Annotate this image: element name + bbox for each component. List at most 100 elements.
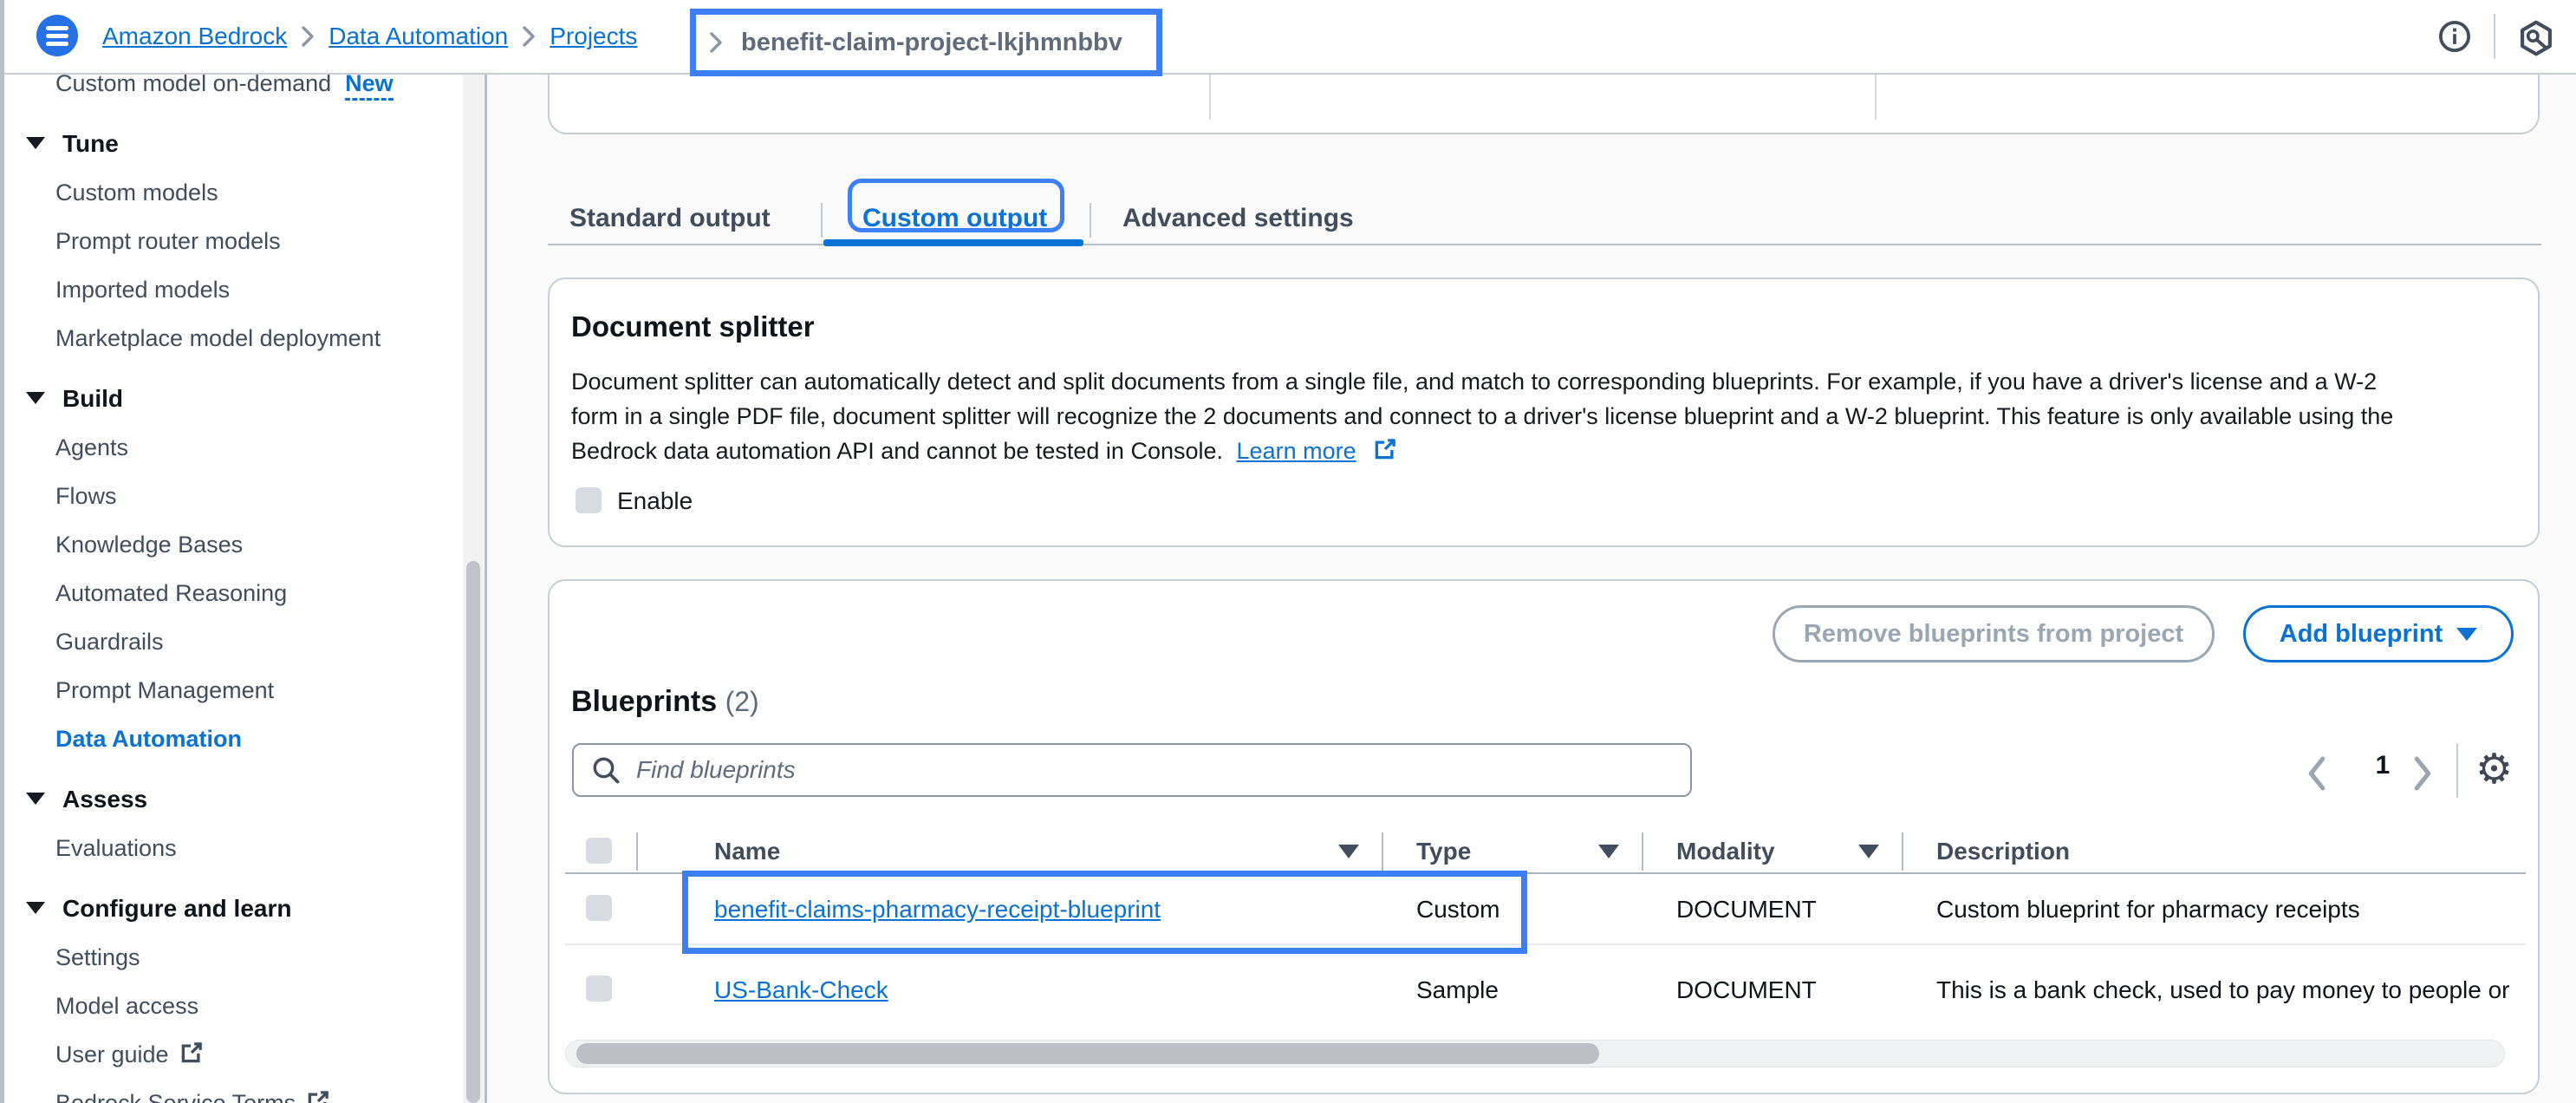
card-column-divider bbox=[1209, 73, 1211, 120]
sidebar-item-guardrails[interactable]: Guardrails bbox=[0, 617, 485, 666]
column-header-name[interactable]: Name bbox=[714, 831, 780, 872]
section-title: Tune bbox=[62, 130, 119, 157]
sidebar-item-label: Settings bbox=[55, 944, 140, 970]
column-header-modality[interactable]: Modality bbox=[1676, 831, 1775, 872]
sidebar-item-data-automation[interactable]: Data Automation bbox=[0, 715, 485, 763]
page-next-icon[interactable] bbox=[2410, 754, 2436, 793]
sidebar-item-settings[interactable]: Settings bbox=[0, 933, 485, 982]
window-left-edge bbox=[0, 0, 4, 1103]
sidebar-item-label: Custom models bbox=[55, 179, 218, 206]
external-link-icon bbox=[179, 1033, 204, 1081]
page-previous-icon[interactable] bbox=[2304, 754, 2330, 793]
select-all-checkbox[interactable] bbox=[586, 838, 612, 864]
new-badge[interactable]: New bbox=[345, 73, 394, 101]
sort-filter-icon[interactable] bbox=[1338, 845, 1359, 858]
breadcrumb-link-data-automation[interactable]: Data Automation bbox=[329, 23, 508, 50]
document-splitter-description: Document splitter can automatically dete… bbox=[571, 364, 2377, 399]
sidebar-section-tune[interactable]: Tune bbox=[0, 120, 485, 168]
tab-advanced-settings[interactable]: Advanced settings bbox=[1122, 196, 1354, 241]
blueprints-title: Blueprints bbox=[571, 685, 717, 718]
gear-icon[interactable]: ⚙ bbox=[2475, 744, 2513, 796]
description-text: Bedrock data automation API and cannot b… bbox=[571, 438, 1223, 464]
app-window: Amazon Bedrock Data Automation Projects … bbox=[0, 0, 2576, 1103]
tab-separator bbox=[1090, 203, 1091, 238]
document-splitter-title: Document splitter bbox=[571, 310, 815, 343]
search-input[interactable] bbox=[634, 755, 1635, 785]
button-label: Add blueprint bbox=[2280, 620, 2443, 649]
menu-bar-icon bbox=[46, 42, 68, 46]
sidebar-item-prompt-router-models[interactable]: Prompt router models bbox=[0, 217, 485, 265]
remove-blueprints-button[interactable]: Remove blueprints from project bbox=[1773, 605, 2215, 662]
learn-more-link[interactable]: Learn more bbox=[1237, 438, 1356, 464]
sidebar-section-configure-and-learn[interactable]: Configure and learn bbox=[0, 884, 485, 933]
blueprints-heading: Blueprints (2) bbox=[571, 685, 759, 719]
document-splitter-card: Document splitter Document splitter can … bbox=[548, 277, 2540, 547]
tab-standard-output[interactable]: Standard output bbox=[569, 196, 771, 241]
blueprint-type-cell: Sample bbox=[1416, 974, 1499, 1007]
enable-checkbox[interactable] bbox=[576, 487, 602, 513]
search-box[interactable] bbox=[572, 743, 1692, 797]
top-navigation-bar: Amazon Bedrock Data Automation Projects … bbox=[0, 0, 2576, 75]
sort-filter-icon[interactable] bbox=[1598, 845, 1619, 858]
sidebar-item-prompt-management[interactable]: Prompt Management bbox=[0, 666, 485, 715]
external-link-icon bbox=[306, 1081, 330, 1103]
sidebar-item-custom-model-on-demand[interactable]: Custom model on-demand New bbox=[0, 73, 485, 108]
breadcrumb-link-projects[interactable]: Projects bbox=[550, 23, 637, 50]
collapse-triangle-icon bbox=[26, 902, 45, 914]
sidebar-item-label: Knowledge Bases bbox=[55, 532, 243, 558]
sidebar-item-custom-models[interactable]: Custom models bbox=[0, 168, 485, 217]
menu-icon[interactable] bbox=[36, 15, 78, 56]
blueprint-link-us-bank-check[interactable]: US-Bank-Check bbox=[714, 976, 888, 1003]
sidebar-scrollbar-thumb[interactable] bbox=[466, 561, 480, 1103]
sidebar-item-label: Flows bbox=[55, 483, 117, 509]
blueprint-description-cell: This is a bank check, used to pay money … bbox=[1936, 974, 2510, 1007]
sidebar-item-knowledge-bases[interactable]: Knowledge Bases bbox=[0, 520, 485, 569]
sort-filter-icon[interactable] bbox=[1858, 845, 1879, 858]
sidebar-item-label: Marketplace model deployment bbox=[55, 325, 381, 351]
active-tab-indicator bbox=[823, 239, 1083, 246]
sidebar-item-label: Automated Reasoning bbox=[55, 580, 287, 606]
breadcrumb-link-amazon-bedrock[interactable]: Amazon Bedrock bbox=[102, 23, 287, 50]
sidebar-item-label: Custom model on-demand bbox=[55, 73, 331, 96]
table-row: US-Bank-Check bbox=[714, 974, 888, 1007]
sidebar-item-flows[interactable]: Flows bbox=[0, 472, 485, 520]
breadcrumb-highlight-annotation: benefit-claim-project-lkjhmnbbv bbox=[690, 9, 1162, 76]
sidebar-item-user-guide[interactable]: User guide bbox=[0, 1030, 485, 1079]
card-column-divider bbox=[1875, 73, 1877, 120]
column-divider bbox=[1382, 832, 1383, 871]
sidebar-item-label: Bedrock Service Terms bbox=[55, 1090, 296, 1103]
section-title: Configure and learn bbox=[62, 895, 291, 922]
blueprints-card: Remove blueprints from project Add bluep… bbox=[548, 579, 2540, 1094]
row-checkbox[interactable] bbox=[586, 895, 612, 921]
menu-bar-icon bbox=[46, 34, 68, 38]
sidebar-item-imported-models[interactable]: Imported models bbox=[0, 265, 485, 314]
sidebar-item-evaluations[interactable]: Evaluations bbox=[0, 824, 485, 872]
hexagon-service-icon[interactable] bbox=[2517, 19, 2555, 62]
external-link-icon bbox=[1373, 436, 1397, 471]
document-splitter-description: form in a single PDF file, document spli… bbox=[571, 399, 2393, 434]
document-splitter-description: Bedrock data automation API and cannot b… bbox=[571, 434, 1397, 468]
sidebar-item-model-access[interactable]: Model access bbox=[0, 982, 485, 1030]
column-header-type[interactable]: Type bbox=[1416, 831, 1471, 872]
sidebar-section-build[interactable]: Build bbox=[0, 375, 485, 423]
tab-highlight-annotation bbox=[848, 179, 1064, 232]
sidebar-item-label: Imported models bbox=[55, 277, 230, 303]
sidebar-item-bedrock-service-terms[interactable]: Bedrock Service Terms bbox=[0, 1079, 485, 1103]
horizontal-scrollbar-thumb[interactable] bbox=[576, 1043, 1599, 1064]
row-checkbox[interactable] bbox=[586, 976, 612, 1002]
sidebar-section-assess[interactable]: Assess bbox=[0, 775, 485, 824]
section-title: Assess bbox=[62, 786, 147, 813]
sidebar-item-label: User guide bbox=[55, 1041, 169, 1067]
sidebar-item-agents[interactable]: Agents bbox=[0, 423, 485, 472]
chevron-right-icon bbox=[300, 25, 315, 48]
page-number[interactable]: 1 bbox=[2361, 751, 2404, 780]
add-blueprint-button[interactable]: Add blueprint bbox=[2243, 605, 2514, 662]
sidebar-item-label: Guardrails bbox=[55, 629, 164, 655]
info-icon[interactable] bbox=[2437, 19, 2472, 58]
sidebar-item-marketplace-model-deployment[interactable]: Marketplace model deployment bbox=[0, 314, 485, 362]
chevron-right-icon bbox=[708, 31, 724, 54]
blueprint-modality-cell: DOCUMENT bbox=[1676, 893, 1817, 926]
sidebar-item-automated-reasoning[interactable]: Automated Reasoning bbox=[0, 569, 485, 617]
column-divider bbox=[636, 832, 638, 871]
column-header-description[interactable]: Description bbox=[1936, 831, 2070, 872]
